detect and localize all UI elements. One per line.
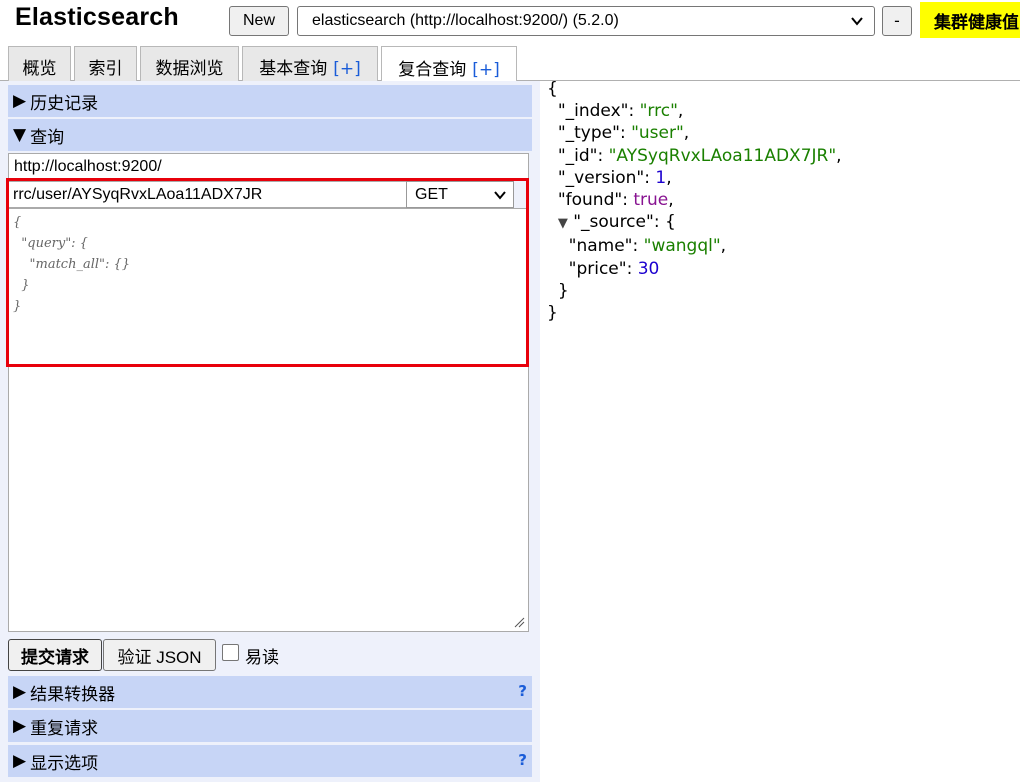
disconnect-button[interactable]: - bbox=[882, 6, 912, 36]
json-line: "name": "wangql", bbox=[568, 236, 727, 257]
tab-any-request[interactable]: 复合查询 [+] bbox=[381, 46, 517, 83]
json-line: "_index": "rrc", bbox=[557, 101, 684, 122]
resize-grip-icon[interactable] bbox=[514, 617, 525, 628]
json-line: ▼ "_source": { bbox=[557, 212, 676, 233]
validate-json-button[interactable]: 验证 JSON bbox=[103, 639, 216, 671]
triangle-right-icon: ▶ bbox=[13, 682, 27, 702]
tab-bar: 概览 索引 数据浏览 基本查询 [+] 复合查询 [+] bbox=[0, 44, 1020, 83]
tab-add-icon[interactable]: [+] bbox=[472, 60, 500, 80]
response-json-view: { "_index": "rrc", "_type": "user", "_id… bbox=[547, 78, 842, 324]
json-line: "_version": 1, bbox=[557, 167, 672, 188]
help-icon[interactable]: ? bbox=[518, 751, 527, 769]
submit-request-button[interactable]: 提交请求 bbox=[8, 639, 102, 671]
json-line: "_type": "user", bbox=[557, 123, 690, 144]
history-section-header[interactable]: ▶ 历史记录 bbox=[8, 85, 532, 117]
help-icon[interactable]: ? bbox=[518, 682, 527, 700]
chevron-down-icon bbox=[851, 17, 863, 26]
display-options-section-header[interactable]: ▶ 显示选项 ? bbox=[8, 745, 532, 777]
triangle-right-icon: ▶ bbox=[13, 751, 27, 771]
pretty-label: 易读 bbox=[245, 648, 279, 668]
repeat-request-section-header[interactable]: ▶ 重复请求 bbox=[8, 710, 532, 742]
json-line: } bbox=[547, 303, 558, 324]
json-line: } bbox=[557, 280, 569, 301]
tab-browser[interactable]: 数据浏览 bbox=[140, 46, 239, 82]
cluster-health-badge[interactable]: 集群健康值 bbox=[920, 2, 1020, 38]
json-line: "price": 30 bbox=[568, 258, 660, 279]
json-line: "found": true, bbox=[557, 190, 674, 211]
pretty-checkbox[interactable] bbox=[222, 644, 239, 661]
cluster-url-value: elasticsearch (http://localhost:9200/) (… bbox=[312, 12, 619, 29]
triangle-right-icon: ▶ bbox=[13, 91, 27, 111]
query-section-header[interactable]: ▼ 查询 bbox=[8, 119, 532, 151]
server-url-input[interactable]: http://localhost:9200/ bbox=[8, 153, 529, 180]
cluster-url-select[interactable]: elasticsearch (http://localhost:9200/) (… bbox=[297, 6, 875, 36]
triangle-down-icon: ▼ bbox=[13, 125, 27, 145]
app-title: Elasticsearch bbox=[15, 3, 179, 31]
tab-structured-query[interactable]: 基本查询 [+] bbox=[242, 46, 378, 82]
triangle-right-icon: ▶ bbox=[13, 716, 27, 736]
tab-indices[interactable]: 索引 bbox=[74, 46, 137, 82]
tab-add-icon[interactable]: [+] bbox=[333, 59, 361, 79]
highlight-box bbox=[6, 178, 529, 367]
new-connection-button[interactable]: New bbox=[229, 6, 289, 36]
json-line: "_id": "AYSyqRvxLAoa11ADX7JR", bbox=[557, 145, 842, 166]
collapse-triangle-icon[interactable]: ▼ bbox=[558, 216, 568, 231]
tab-overview[interactable]: 概览 bbox=[8, 46, 71, 82]
result-transformer-section-header[interactable]: ▶ 结果转换器 ? bbox=[8, 676, 532, 708]
json-line: { bbox=[547, 79, 558, 99]
